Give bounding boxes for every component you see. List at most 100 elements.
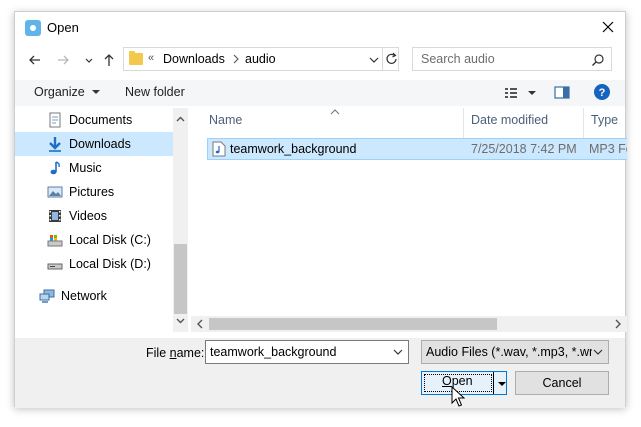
chevron-down-icon <box>393 349 403 355</box>
window-title: Open <box>47 20 79 35</box>
navigation-pane: Documents Downloads Music Pictures Video… <box>15 108 188 332</box>
close-button[interactable] <box>597 16 619 38</box>
command-bar: Organize New folder ? <box>15 80 625 106</box>
search-placeholder: Search audio <box>421 52 495 66</box>
sidebar-item-label: Network <box>61 289 107 303</box>
file-list-scroll-thumb[interactable] <box>209 318 497 330</box>
search-icon <box>591 53 605 67</box>
file-name-label-accelerator: n <box>169 346 177 360</box>
caret-down-icon <box>92 90 101 94</box>
drive-icon <box>47 232 63 248</box>
sidebar-item-label: Documents <box>69 113 133 127</box>
scroll-down-arrow-icon <box>176 318 185 324</box>
sidebar-item-downloads[interactable]: Downloads <box>15 132 173 156</box>
sidebar-item-pictures[interactable]: Pictures <box>15 180 173 204</box>
help-button[interactable]: ? <box>593 83 611 104</box>
new-folder-button[interactable]: New folder <box>125 85 185 99</box>
open-dialog: Open « Downloads audio Search audio Orga… <box>14 11 627 408</box>
breadcrumb-overflow[interactable]: « <box>148 52 154 64</box>
sidebar-item-videos[interactable]: Videos <box>15 204 173 228</box>
sidebar-item-local-disk-d[interactable]: Local Disk (D:) <box>15 252 173 276</box>
file-type: MP3 Fo <box>589 142 627 156</box>
file-name-label-part: ame: <box>176 346 205 360</box>
folder-icon <box>129 51 143 65</box>
open-options-dropdown[interactable] <box>497 378 507 388</box>
sidebar-item-label: Local Disk (C:) <box>69 233 151 247</box>
preview-pane-button[interactable] <box>553 84 571 105</box>
column-header-name[interactable]: Name <box>209 113 242 137</box>
sidebar-item-label: Music <box>69 161 102 175</box>
file-type-filter-value: Audio Files (*.wav, *.mp3, *.wm <box>426 345 592 359</box>
back-button[interactable] <box>25 50 45 70</box>
file-name-dropdown-button[interactable] <box>392 346 404 358</box>
split-divider <box>493 372 494 394</box>
forward-button[interactable] <box>53 50 73 70</box>
column-divider[interactable] <box>583 108 584 138</box>
column-header-date-modified[interactable]: Date modified <box>471 113 548 137</box>
file-name-field[interactable]: teamwork_background <box>205 340 409 364</box>
column-header-type[interactable]: Type <box>591 113 618 137</box>
sidebar-item-documents[interactable]: Documents <box>15 108 173 132</box>
file-name-label-part: File <box>146 346 170 360</box>
refresh-button[interactable] <box>382 48 400 70</box>
network-icon <box>39 288 55 304</box>
file-name-label: File name: <box>146 346 204 360</box>
view-options-button[interactable] <box>503 84 539 105</box>
scroll-right-arrow-icon <box>615 319 621 329</box>
address-bar[interactable]: « Downloads audio <box>123 47 399 71</box>
sidebar-item-label: Pictures <box>69 185 115 199</box>
refresh-icon <box>386 52 397 64</box>
column-divider[interactable] <box>463 108 464 138</box>
sidebar-item-label: Local Disk (D:) <box>69 257 151 271</box>
breadcrumb-downloads[interactable]: Downloads <box>163 52 225 66</box>
close-icon <box>602 21 614 33</box>
app-icon <box>25 20 41 36</box>
sidebar-item-label: Videos <box>69 209 107 223</box>
sidebar-item-label: Downloads <box>69 137 131 151</box>
mouse-cursor-icon <box>451 386 465 407</box>
videos-icon <box>47 208 63 224</box>
arrow-left-icon <box>29 55 40 65</box>
chevron-down-icon <box>593 349 603 355</box>
file-name: teamwork_background <box>230 142 357 156</box>
downloads-icon <box>47 136 63 152</box>
file-name-value: teamwork_background <box>210 345 337 359</box>
file-type-filter[interactable]: Audio Files (*.wav, *.mp3, *.wm <box>421 340 609 364</box>
pictures-icon <box>47 184 63 200</box>
help-icon: ? <box>594 84 610 100</box>
sidebar-item-network[interactable]: Network <box>15 284 173 308</box>
search-input[interactable]: Search audio <box>412 47 612 71</box>
scroll-left-arrow-icon <box>197 319 203 329</box>
file-date-modified: 7/25/2018 7:42 PM <box>471 142 577 156</box>
arrow-right-icon <box>58 55 69 65</box>
filter-dropdown-button[interactable] <box>592 346 604 358</box>
sidebar-item-local-disk-c[interactable]: Local Disk (C:) <box>15 228 173 252</box>
file-list: Name Date modified Type teamwork_backgro… <box>191 108 627 332</box>
up-button[interactable] <box>99 50 119 70</box>
caret-down-icon <box>498 382 506 386</box>
dialog-footer: File name: teamwork_background Audio Fil… <box>15 338 625 408</box>
recent-locations-button[interactable] <box>79 50 99 70</box>
audio-file-icon <box>212 141 226 157</box>
sort-ascending-icon <box>330 109 340 115</box>
svg-text:?: ? <box>599 87 606 99</box>
drive-icon <box>47 256 63 272</box>
music-icon <box>47 160 63 176</box>
arrow-up-icon <box>104 54 114 66</box>
file-list-scrollbar[interactable] <box>191 316 627 332</box>
cancel-button[interactable]: Cancel <box>515 371 609 395</box>
nav-pane-scroll-thumb[interactable] <box>174 244 187 314</box>
preview-pane-icon <box>554 86 570 99</box>
organize-button[interactable]: Organize <box>34 85 101 99</box>
file-row[interactable]: teamwork_background 7/25/2018 7:42 PM MP… <box>207 138 627 160</box>
chevron-down-icon <box>85 58 93 63</box>
cancel-button-label: Cancel <box>542 376 582 390</box>
list-view-icon <box>505 88 536 98</box>
breadcrumb-audio[interactable]: audio <box>245 52 276 66</box>
address-dropdown-button[interactable] <box>367 53 381 67</box>
scroll-up-arrow-icon <box>176 116 185 122</box>
sidebar-item-music[interactable]: Music <box>15 156 173 180</box>
documents-icon <box>47 112 63 128</box>
title-bar: Open <box>15 12 625 42</box>
organize-label: Organize <box>34 85 85 99</box>
